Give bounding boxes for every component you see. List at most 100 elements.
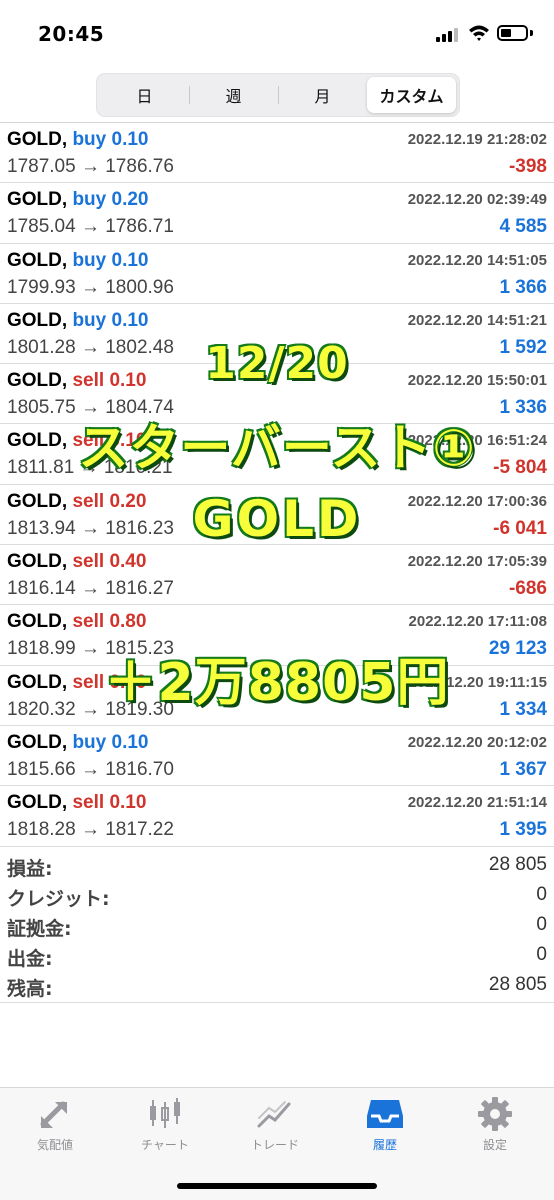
trade-time: 2022.12.20 15:50:01 xyxy=(407,372,547,390)
symbol-label: GOLD, xyxy=(7,731,68,753)
trade-prices: 1801.28 → 1802.48 xyxy=(7,336,174,358)
trade-side: sell xyxy=(72,611,105,633)
trade-symbol: GOLD, sell 0.40 xyxy=(7,551,146,573)
trade-row[interactable]: GOLD, sell 0.80 1818.99 → 1815.23 2022.12.… xyxy=(0,605,554,666)
trade-time: 2022.12.20 14:51:21 xyxy=(407,311,547,329)
trade-row[interactable]: GOLD, sell 0.20 1813.94 → 1816.23 2022.12.… xyxy=(0,485,554,546)
trade-side: buy xyxy=(72,129,107,150)
trade-profit: -5 804 xyxy=(493,457,547,479)
trade-time: 2022.12.20 17:00:36 xyxy=(407,492,547,510)
trade-time: 2022.12.20 21:51:14 xyxy=(407,794,547,812)
settings-icon xyxy=(478,1097,512,1131)
trade-time: 2022.12.20 17:11:08 xyxy=(408,613,547,631)
trade-volume: 0.10 xyxy=(111,249,149,271)
tab-history[interactable]: 履歴 xyxy=(330,1096,440,1156)
battery-icon xyxy=(497,25,528,41)
trade-profit: 1 366 xyxy=(499,276,547,298)
trade-symbol: GOLD, buy 0.20 xyxy=(7,189,149,211)
symbol-label: GOLD, xyxy=(7,370,68,392)
tab-label: 気配値 xyxy=(36,1138,73,1152)
divider xyxy=(0,1002,554,1003)
summary-label: 残高: xyxy=(7,978,53,1000)
trade-volume: 0.10 xyxy=(111,731,149,753)
trade-symbol: GOLD, buy 0.10 xyxy=(7,310,149,332)
trade-time: 2022.12.20 02:39:49 xyxy=(407,191,547,209)
trade-time: 2022.12.20 17:05:39 xyxy=(407,553,547,571)
tab-chart[interactable]: チャート xyxy=(110,1096,220,1156)
trade-volume: 0.10 xyxy=(111,309,149,331)
symbol-label: GOLD, xyxy=(7,671,68,693)
trade-side: sell xyxy=(72,551,105,573)
summary-row: 証拠金: 0 xyxy=(0,912,554,942)
trade-prices: 1818.99 → 1815.23 xyxy=(7,638,174,660)
trade-side: buy xyxy=(72,731,107,753)
segment-custom[interactable]: カスタム xyxy=(367,77,456,113)
trade-volume: 0.10 xyxy=(109,792,147,814)
trade-row[interactable]: GOLD, buy 0.10 1801.28 → 1802.48 2022.12.2… xyxy=(0,304,554,365)
trade-profit: 1 395 xyxy=(499,819,547,841)
signal-icon xyxy=(436,27,460,42)
tab-quotes[interactable]: 気配値 xyxy=(0,1096,110,1156)
trade-volume: 0.10 xyxy=(109,671,147,693)
trade-side: sell xyxy=(72,490,105,512)
trade-row[interactable]: GOLD, buy 0.20 1785.04 → 1786.71 2022.12.2… xyxy=(0,183,554,244)
trade-volume: 0.20 xyxy=(109,490,147,512)
symbol-label: GOLD, xyxy=(7,129,68,150)
symbol-label: GOLD, xyxy=(7,249,68,271)
trade-profit: -6 041 xyxy=(493,517,547,539)
segment-week[interactable]: 週 xyxy=(189,77,278,113)
trade-profit: 1 592 xyxy=(499,336,547,358)
trade-row[interactable]: GOLD, buy 0.10 1799.93 → 1800.96 2022.12.2… xyxy=(0,244,554,304)
tab-settings[interactable]: 設定 xyxy=(440,1096,550,1156)
wifi-icon xyxy=(469,25,489,41)
trade-side: sell xyxy=(72,792,105,814)
symbol-label: GOLD, xyxy=(7,309,68,331)
trade-symbol: GOLD, sell 0.10 xyxy=(7,672,146,694)
trade-symbol: GOLD, buy 0.10 xyxy=(7,250,149,272)
trade-row[interactable]: GOLD, sell 0.10 1820.32 → 1819.30 2022.12.… xyxy=(0,666,554,726)
trade-time: 2022.12.20 19:11:15 xyxy=(408,673,547,691)
period-segmented-control: 日 週 月 カスタム xyxy=(96,73,460,117)
symbol-label: GOLD, xyxy=(7,430,68,452)
trade-profit: -686 xyxy=(508,578,547,600)
segment-month[interactable]: 月 xyxy=(278,77,367,113)
trade-prices: 1805.75 → 1804.74 xyxy=(7,397,174,419)
trade-prices: 1811.81 → 1816.21 xyxy=(7,457,173,479)
trade-side: sell xyxy=(72,671,105,693)
status-time: 20:45 xyxy=(38,22,105,46)
summary-value: 0 xyxy=(536,884,547,905)
symbol-label: GOLD, xyxy=(7,189,68,211)
trade-volume: 0.10 xyxy=(109,430,147,452)
trade-prices: 1818.28 → 1817.22 xyxy=(7,819,174,841)
summary-value: 0 xyxy=(536,914,547,935)
trade-volume: 0.20 xyxy=(111,189,149,211)
summary-value: 28 805 xyxy=(488,854,547,875)
summary-label: 証拠金: xyxy=(7,918,72,940)
trade-side: sell xyxy=(72,370,105,392)
trade-side: sell xyxy=(72,430,105,452)
trade-row[interactable]: GOLD, buy 0.10 1787.05 → 1786.76 2022.12.1… xyxy=(0,123,554,184)
trade-row[interactable]: GOLD, sell 0.10 1805.75 → 1804.74 2022.12.… xyxy=(0,364,554,425)
trade-row[interactable]: GOLD, sell 0.10 1818.28 → 1817.22 2022.12.… xyxy=(0,786,554,847)
trade-symbol: GOLD, buy 0.10 xyxy=(7,732,149,754)
trade-prices: 1787.05 → 1786.76 xyxy=(7,156,174,177)
trade-symbol: GOLD, sell 0.10 xyxy=(7,792,146,814)
tab-label: 履歴 xyxy=(372,1138,397,1152)
trade-volume: 0.40 xyxy=(109,551,147,573)
history-icon xyxy=(367,1100,403,1128)
trade-symbol: GOLD, sell 0.20 xyxy=(7,491,146,513)
trade-history-list: GOLD, buy 0.10 1787.05 → 1786.76 2022.12.1… xyxy=(0,123,554,847)
segment-day[interactable]: 日 xyxy=(100,77,189,113)
trade-profit: 29 123 xyxy=(488,638,547,660)
trade-row[interactable]: GOLD, buy 0.10 1815.66 → 1816.70 2022.12.2… xyxy=(0,726,554,787)
trade-side: buy xyxy=(72,309,107,331)
trade-side: buy xyxy=(72,189,107,211)
symbol-label: GOLD, xyxy=(7,551,68,573)
trade-row[interactable]: GOLD, sell 0.10 1811.81 → 1816.21 2022.12.… xyxy=(0,424,554,485)
tab-trade[interactable]: トレード xyxy=(220,1096,330,1156)
trade-profit: 1 367 xyxy=(499,758,547,780)
trade-volume: 0.10 xyxy=(111,129,149,150)
trade-row[interactable]: GOLD, sell 0.40 1816.14 → 1816.27 2022.12.… xyxy=(0,545,554,606)
trade-profit: 1 336 xyxy=(499,397,547,419)
trade-prices: 1799.93 → 1800.96 xyxy=(7,276,174,298)
